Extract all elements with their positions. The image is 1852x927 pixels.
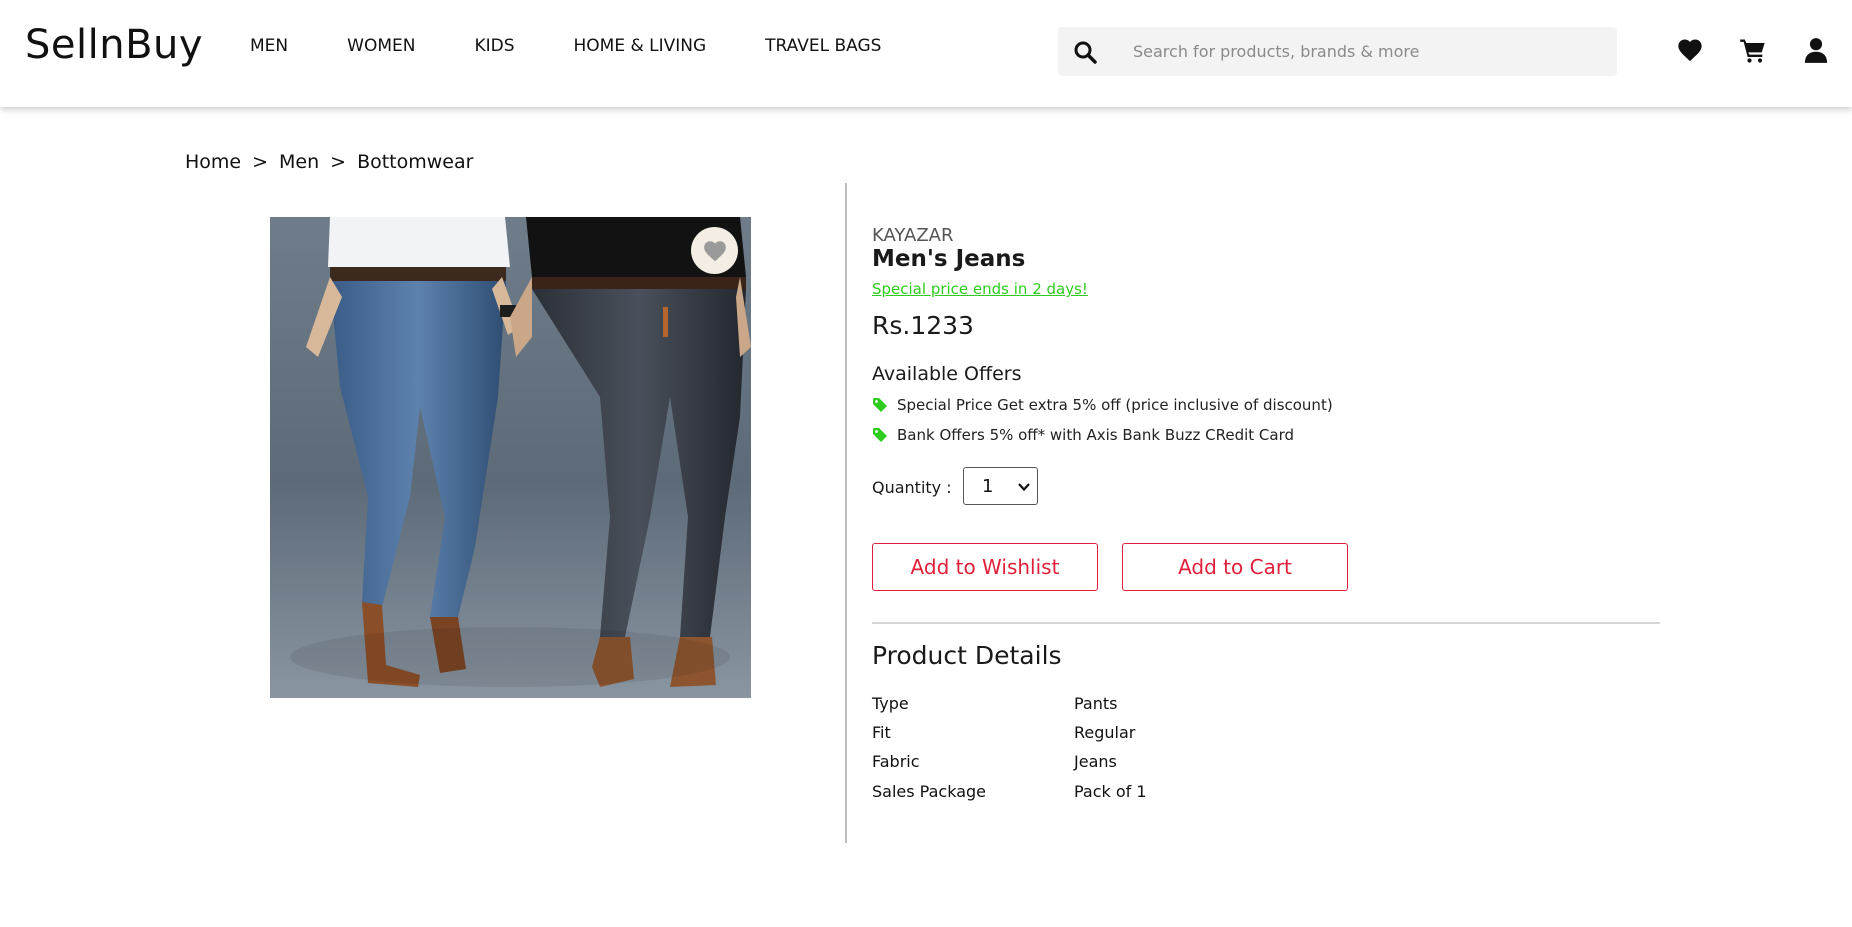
nav-item-kids[interactable]: KIDS xyxy=(474,36,514,56)
spec-key: Type xyxy=(872,694,909,713)
nav-item-travel-bags[interactable]: TRAVEL BAGS xyxy=(765,36,881,56)
section-divider xyxy=(872,622,1660,624)
nav-item-home-living[interactable]: HOME & LIVING xyxy=(574,36,707,56)
breadcrumb-separator: > xyxy=(330,151,347,173)
cart-icon[interactable] xyxy=(1739,36,1767,64)
offer-item: Bank Offers 5% off* with Axis Bank Buzz … xyxy=(872,426,1294,444)
offer-text: Special Price Get extra 5% off (price in… xyxy=(897,396,1333,414)
spec-key: Sales Package xyxy=(872,782,986,801)
special-price-link[interactable]: Special price ends in 2 days! xyxy=(872,280,1088,298)
search-input[interactable] xyxy=(1133,27,1603,76)
quantity-value: 1 xyxy=(982,476,994,497)
search-icon[interactable] xyxy=(1073,40,1097,64)
column-divider xyxy=(845,183,847,843)
site-logo[interactable]: SellnBuy xyxy=(25,22,203,68)
spec-value: Pack of 1 xyxy=(1074,782,1147,801)
chevron-down-icon xyxy=(1018,483,1030,492)
offer-text: Bank Offers 5% off* with Axis Bank Buzz … xyxy=(897,426,1295,444)
spec-value: Jeans xyxy=(1074,752,1117,771)
top-header: SellnBuy MEN WOMEN KIDS HOME & LIVING TR… xyxy=(0,0,1852,107)
tag-icon xyxy=(873,428,887,442)
main-nav: MEN WOMEN KIDS HOME & LIVING TRAVEL BAGS xyxy=(250,36,940,56)
spec-key: Fabric xyxy=(872,752,920,771)
search-bar xyxy=(1058,27,1617,76)
spec-key: Fit xyxy=(872,723,891,742)
product-price: Rs.1233 xyxy=(872,311,974,340)
user-icon[interactable] xyxy=(1802,36,1830,64)
product-brand: KAYAZAR xyxy=(872,225,954,246)
breadcrumb-separator: > xyxy=(252,151,269,173)
spec-value: Regular xyxy=(1074,723,1136,742)
offers-title: Available Offers xyxy=(872,363,1022,385)
add-to-cart-button[interactable]: Add to Cart xyxy=(1122,543,1348,591)
breadcrumb-home[interactable]: Home xyxy=(185,151,241,173)
product-details-title: Product Details xyxy=(872,641,1062,670)
breadcrumb-bottomwear[interactable]: Bottomwear xyxy=(357,151,473,173)
spec-value: Pants xyxy=(1074,694,1118,713)
breadcrumb: Home > Men > Bottomwear xyxy=(185,151,473,173)
product-image xyxy=(270,217,751,698)
nav-item-women[interactable]: WOMEN xyxy=(347,36,415,56)
nav-item-men[interactable]: MEN xyxy=(250,36,288,56)
product-name: Men's Jeans xyxy=(872,246,1026,272)
tag-icon xyxy=(873,398,887,412)
quantity-label: Quantity : xyxy=(872,478,952,497)
image-wishlist-button[interactable] xyxy=(691,227,738,274)
breadcrumb-men[interactable]: Men xyxy=(279,151,319,173)
heart-icon[interactable] xyxy=(1676,36,1704,64)
offer-item: Special Price Get extra 5% off (price in… xyxy=(872,396,1333,414)
quantity-select[interactable]: 1 xyxy=(963,467,1038,505)
add-to-wishlist-button[interactable]: Add to Wishlist xyxy=(872,543,1098,591)
heart-icon xyxy=(703,240,726,261)
